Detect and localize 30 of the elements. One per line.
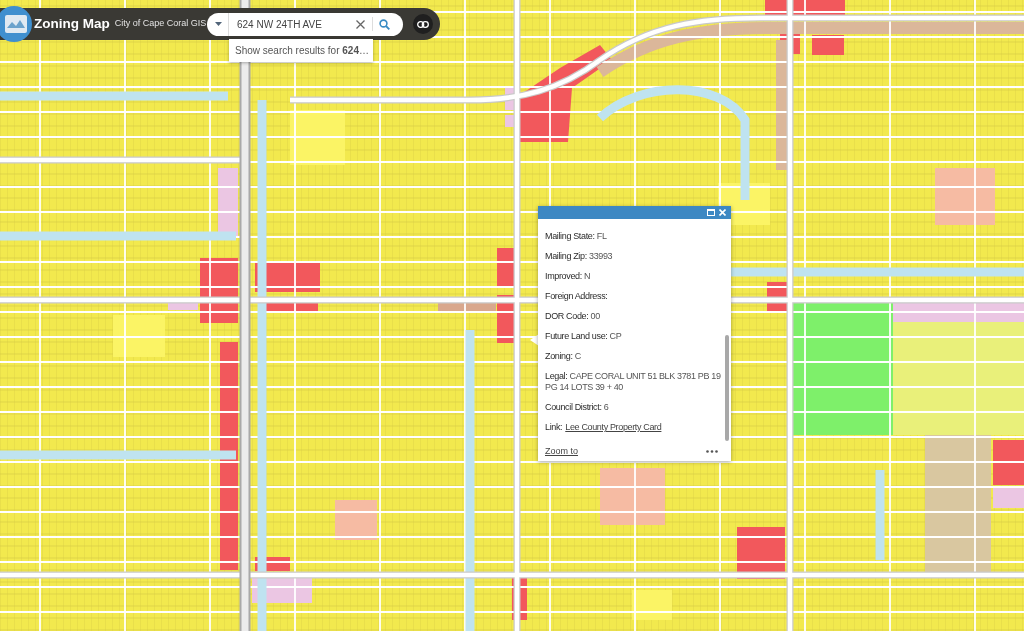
logo-icon — [0, 6, 32, 42]
link-button[interactable] — [413, 14, 433, 34]
search-bar[interactable]: 624 NW 24TH AVE — [207, 12, 403, 36]
property-card-link[interactable]: Lee County Property Card — [565, 422, 662, 433]
app-subtitle: City of Cape Coral GIS — [114, 17, 207, 31]
zoom-to-link[interactable]: Zoom to — [545, 446, 578, 457]
search-suggestion[interactable]: Show search results for 624… — [229, 39, 373, 62]
attribute-text: Zoning: C — [545, 351, 582, 362]
attribute-text: Mailing State: FL — [545, 231, 608, 242]
search-icon — [378, 18, 390, 30]
close-icon — [719, 209, 726, 216]
attribute-text: Improved: N — [545, 271, 592, 282]
maximize-button[interactable] — [706, 208, 715, 217]
app-title: Zoning Map — [34, 14, 110, 33]
link-icon — [417, 20, 429, 28]
more-button[interactable] — [705, 447, 719, 456]
attribute-text: Foreign Address: — [545, 291, 609, 302]
attribute-text: Future Land use: CP — [545, 331, 623, 342]
close-icon — [355, 19, 365, 29]
attribute-text: DOR Code: 00 — [545, 311, 601, 322]
close-button[interactable] — [718, 208, 727, 217]
attribute-text: Mailing Zip: 33993 — [545, 251, 614, 262]
caret-icon — [215, 22, 222, 26]
field-label: Link: — [545, 422, 563, 433]
attribute-text: Legal: CAPE CORAL UNIT 51 BLK 3781 PB 19 PG 14 LOTS 39 + 40 — [545, 371, 722, 393]
more-icon — [706, 450, 718, 453]
maximize-icon — [706, 209, 715, 216]
scrollbar-thumb[interactable] — [725, 335, 729, 441]
attribute-text: Council District: 6 — [545, 402, 610, 413]
search-input[interactable]: 624 NW 24TH AVE — [237, 14, 353, 34]
